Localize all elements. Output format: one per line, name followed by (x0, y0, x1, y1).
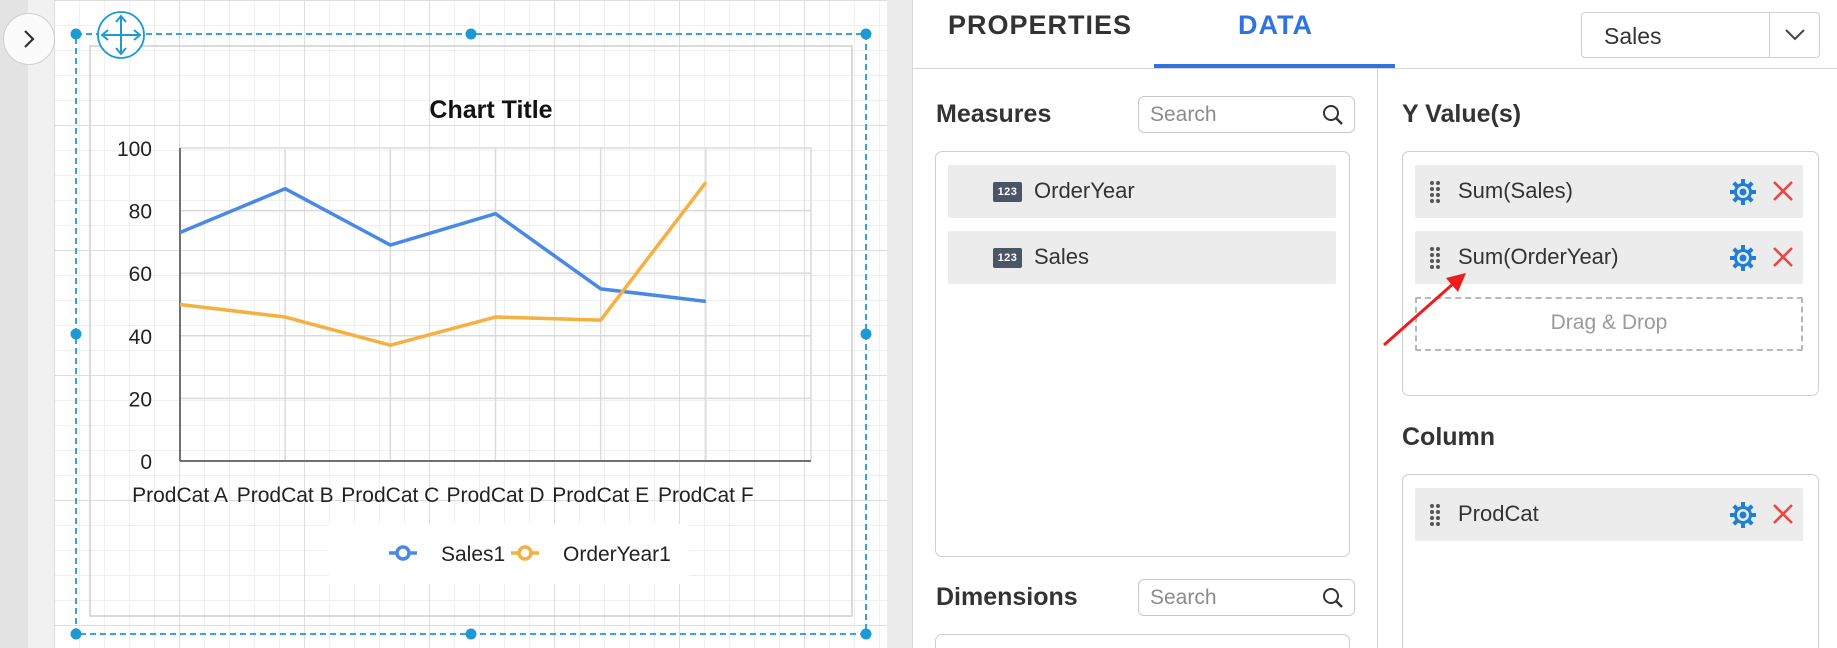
column-label: ProdCat (1458, 501, 1539, 526)
search-icon[interactable] (1322, 104, 1344, 126)
y-tick-label: 100 (117, 138, 152, 161)
report-designer-area: 0 20 40 60 80 100 ProdCat A ProdCat B ProdCat C P… (0, 0, 912, 648)
resize-handle (70, 328, 82, 340)
y-value-item-sales[interactable]: Sum(Sales) (1415, 165, 1803, 218)
x-tick-label: ProdCat D (446, 484, 544, 507)
x-tick-label: ProdCat C (341, 484, 439, 507)
y-value-label: Sum(OrderYear) (1458, 244, 1619, 269)
y-tick-label: 40 (129, 326, 152, 349)
column-well[interactable]: ProdCat (1402, 474, 1819, 648)
annotation-arrow (1383, 273, 1466, 347)
chart-title: Chart Title (429, 96, 552, 124)
legend-marker (517, 545, 533, 561)
resize-handle (70, 28, 82, 40)
y-tick-label: 60 (129, 263, 152, 286)
dataset-value: Sales (1604, 23, 1662, 49)
y-tick-label: 0 (140, 451, 152, 474)
series-line-orderyear1 (179, 181, 708, 347)
resize-handle (465, 28, 477, 40)
numeric-type-icon: 123 (993, 182, 1022, 202)
column-item-prodcat[interactable]: ProdCat (1415, 488, 1803, 541)
resize-handle (860, 628, 872, 640)
x-tick-label: ProdCat A (132, 484, 228, 507)
chevron-down-icon (1784, 29, 1805, 41)
design-canvas[interactable]: 0 20 40 60 80 100 ProdCat A ProdCat B ProdCat C P… (54, 0, 887, 648)
numeric-type-icon: 123 (993, 248, 1022, 268)
vertical-ruler (28, 0, 54, 648)
chevron-right-icon (24, 30, 35, 48)
x-tick-label: ProdCat F (658, 484, 754, 507)
tab-data[interactable]: DATA (1238, 10, 1313, 41)
search-placeholder: Search (1150, 103, 1217, 126)
measure-label: OrderYear (1034, 178, 1135, 203)
column-title: Column (1402, 423, 1496, 451)
gear-icon[interactable] (1729, 178, 1757, 206)
close-icon[interactable] (1771, 245, 1795, 269)
resize-handle (465, 628, 477, 640)
drag-handle-icon[interactable] (1429, 502, 1441, 528)
measures-list: 123 OrderYear 123 Sales (935, 151, 1350, 557)
measures-search-input[interactable]: Search (1138, 96, 1355, 133)
dimensions-list (935, 634, 1350, 648)
legend-label: Sales1 (441, 543, 505, 566)
measure-item-orderyear[interactable]: 123 OrderYear (948, 165, 1336, 218)
gear-icon[interactable] (1729, 244, 1757, 272)
dimensions-search-input[interactable]: Search (1138, 579, 1355, 616)
search-placeholder: Search (1150, 586, 1217, 609)
y-tick-label: 20 (129, 388, 152, 411)
chart-legend: Sales1 OrderYear1 (329, 524, 689, 584)
collapse-panel-button[interactable] (3, 13, 55, 65)
legend-marker (395, 545, 411, 561)
dimensions-title: Dimensions (936, 583, 1078, 611)
tab-properties[interactable]: PROPERTIES (948, 10, 1132, 41)
resize-handle (70, 628, 82, 640)
gear-icon[interactable] (1729, 501, 1757, 529)
active-tab-indicator (1154, 64, 1395, 68)
y-tick-label: 80 (129, 201, 152, 224)
chart-labels: 0 20 40 60 80 100 ProdCat A ProdCat B ProdCat C P… (117, 138, 754, 507)
measure-label: Sales (1034, 244, 1090, 269)
chart-series (179, 181, 708, 347)
close-icon[interactable] (1771, 179, 1795, 203)
measure-item-sales[interactable]: 123 Sales (948, 231, 1336, 284)
close-icon[interactable] (1771, 502, 1795, 526)
measures-title: Measures (936, 100, 1052, 128)
drag-handle-icon[interactable] (1429, 179, 1441, 205)
panel-tabbar: PROPERTIES DATA Sales (913, 0, 1837, 69)
move-arrows-icon[interactable] (97, 11, 145, 59)
x-tick-label: ProdCat E (552, 484, 649, 507)
resize-handle (860, 328, 872, 340)
dataset-dropdown-toggle[interactable] (1769, 13, 1819, 57)
resize-handle (860, 28, 872, 40)
properties-panel: PROPERTIES DATA Sales Measures Search 12… (912, 0, 1837, 648)
canvas-margin (887, 0, 912, 648)
legend-label: OrderYear1 (563, 543, 671, 566)
search-icon[interactable] (1322, 587, 1344, 609)
y-value-label: Sum(Sales) (1458, 178, 1573, 203)
chart-report-item[interactable]: 0 20 40 60 80 100 ProdCat A ProdCat B ProdCat C P… (54, 0, 887, 648)
dataset-dropdown[interactable]: Sales (1581, 12, 1820, 58)
y-values-title: Y Value(s) (1402, 100, 1522, 128)
x-tick-label: ProdCat B (237, 484, 334, 507)
